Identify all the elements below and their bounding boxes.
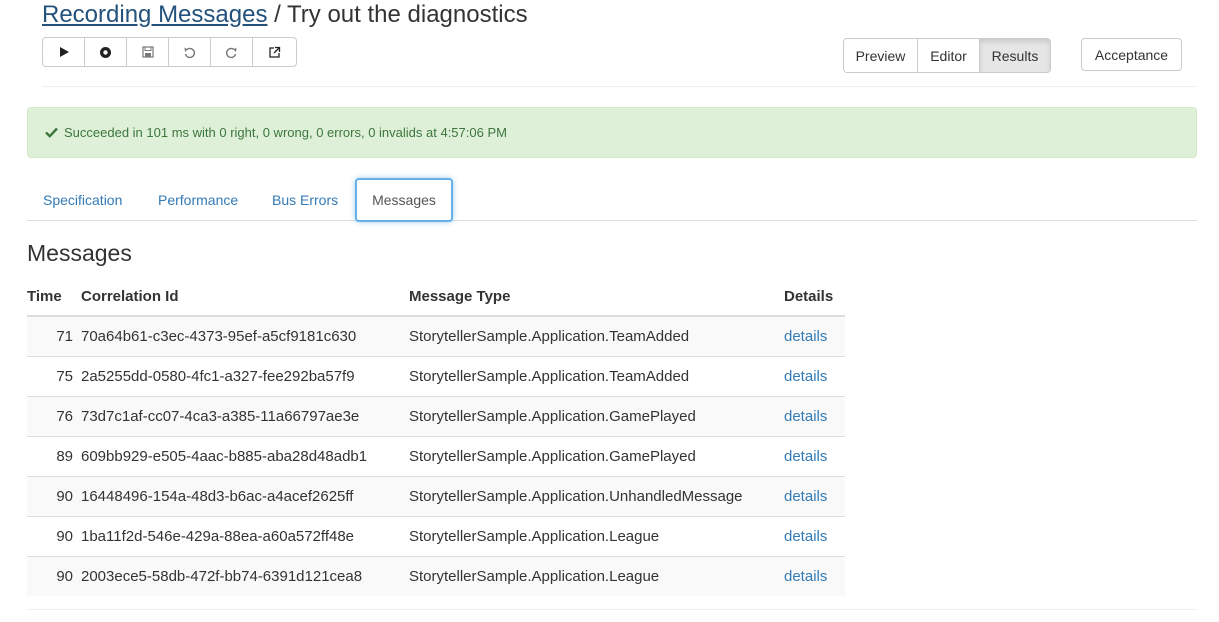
table-row: 89 609bb929-e505-4aac-b885-aba28d48adb1 … <box>27 436 845 477</box>
details-link[interactable]: details <box>784 368 827 385</box>
record-icon <box>100 46 111 58</box>
details-link[interactable]: details <box>784 568 827 585</box>
details-cell: details <box>784 356 845 397</box>
correlation-id-cell: 2a5255dd-0580-4fc1-a327-fee292ba57f9 <box>81 356 409 397</box>
table-row: 90 1ba11f2d-546e-429a-88ea-a60a572ff48e … <box>27 516 845 557</box>
details-cell: details <box>784 556 845 596</box>
time-cell: 90 <box>27 516 81 557</box>
tab-messages[interactable]: Messages <box>355 178 453 222</box>
time-cell: 71 <box>27 315 81 357</box>
table-row: 75 2a5255dd-0580-4fc1-a327-fee292ba57f9 … <box>27 356 845 397</box>
details-cell: details <box>784 516 845 557</box>
table-row: 71 70a64b61-c3ec-4373-95ef-a5cf9181c630 … <box>27 315 845 357</box>
correlation-id-cell: 2003ece5-58db-472f-bb74-6391d121cea8 <box>81 556 409 596</box>
correlation-id-cell: 1ba11f2d-546e-429a-88ea-a60a572ff48e <box>81 516 409 557</box>
correlation-id-cell: 609bb929-e505-4aac-b885-aba28d48adb1 <box>81 436 409 477</box>
tab-bus-errors[interactable]: Bus Errors <box>272 178 338 221</box>
status-text: Succeeded in 101 ms with 0 right, 0 wron… <box>64 125 507 140</box>
message-type-cell: StorytellerSample.Application.GamePlayed <box>409 436 784 477</box>
details-cell: details <box>784 476 845 517</box>
spec-toolbar <box>42 37 297 67</box>
message-type-cell: StorytellerSample.Application.League <box>409 556 784 596</box>
redo-button[interactable] <box>211 38 253 66</box>
editor-button[interactable]: Editor <box>918 39 980 72</box>
view-mode-group: Preview Editor Results <box>843 38 1051 73</box>
undo-button[interactable] <box>169 38 211 66</box>
details-link[interactable]: details <box>784 488 827 505</box>
external-link-icon <box>269 46 281 58</box>
messages-table: Time Correlation Id Message Type Details… <box>27 277 845 596</box>
details-link[interactable]: details <box>784 528 827 545</box>
time-cell: 75 <box>27 356 81 397</box>
time-cell: 90 <box>27 476 81 517</box>
table-row: 76 73d7c1af-cc07-4ca3-a385-11a66797ae3e … <box>27 396 845 437</box>
tab-specification[interactable]: Specification <box>43 178 122 221</box>
details-link[interactable]: details <box>784 448 827 465</box>
tab-performance[interactable]: Performance <box>158 178 238 221</box>
message-type-cell: StorytellerSample.Application.TeamAdded <box>409 356 784 397</box>
details-cell: details <box>784 396 845 437</box>
title-separator: / <box>267 1 288 28</box>
col-time: Time <box>27 277 81 317</box>
message-type-cell: StorytellerSample.Application.UnhandledM… <box>409 476 784 517</box>
details-link[interactable]: details <box>784 408 827 425</box>
spec-title: Try out the diagnostics <box>287 1 528 28</box>
messages-heading: Messages <box>27 240 132 266</box>
lifecycle-button[interactable]: Acceptance <box>1081 38 1182 71</box>
time-cell: 89 <box>27 436 81 477</box>
play-icon <box>59 47 69 57</box>
check-icon <box>45 127 58 138</box>
table-row: 90 16448496-154a-48d3-b6ac-a4acef2625ff … <box>27 476 845 517</box>
message-type-cell: StorytellerSample.Application.GamePlayed <box>409 396 784 437</box>
undo-icon <box>184 47 196 58</box>
save-icon <box>141 46 154 58</box>
time-cell: 90 <box>27 556 81 596</box>
results-tabs: Specification Performance Bus Errors Mes… <box>27 178 1197 222</box>
message-type-cell: StorytellerSample.Application.League <box>409 516 784 557</box>
open-external-button[interactable] <box>253 38 296 66</box>
status-alert: Succeeded in 101 ms with 0 right, 0 wron… <box>27 107 1197 158</box>
header-divider <box>42 86 1197 87</box>
correlation-id-cell: 70a64b61-c3ec-4373-95ef-a5cf9181c630 <box>81 315 409 357</box>
footer-divider <box>27 609 1197 610</box>
details-cell: details <box>784 436 845 477</box>
time-cell: 76 <box>27 396 81 437</box>
record-button[interactable] <box>85 38 127 66</box>
preview-button[interactable]: Preview <box>844 39 918 72</box>
table-row: 90 2003ece5-58db-472f-bb74-6391d121cea8 … <box>27 556 845 596</box>
col-correlation-id: Correlation Id <box>81 277 409 317</box>
message-type-cell: StorytellerSample.Application.TeamAdded <box>409 315 784 357</box>
col-message-type: Message Type <box>409 277 784 317</box>
col-details: Details <box>784 277 845 317</box>
details-link[interactable]: details <box>784 328 827 345</box>
details-cell: details <box>784 315 845 357</box>
table-header-row: Time Correlation Id Message Type Details <box>27 277 845 317</box>
results-button[interactable]: Results <box>980 39 1050 72</box>
correlation-id-cell: 73d7c1af-cc07-4ca3-a385-11a66797ae3e <box>81 396 409 437</box>
run-button[interactable] <box>43 38 85 66</box>
correlation-id-cell: 16448496-154a-48d3-b6ac-a4acef2625ff <box>81 476 409 517</box>
suite-link[interactable]: Recording Messages <box>42 1 267 28</box>
redo-icon <box>225 47 237 58</box>
page-title: Recording Messages / Try out the diagnos… <box>42 1 528 29</box>
save-button[interactable] <box>127 38 169 66</box>
